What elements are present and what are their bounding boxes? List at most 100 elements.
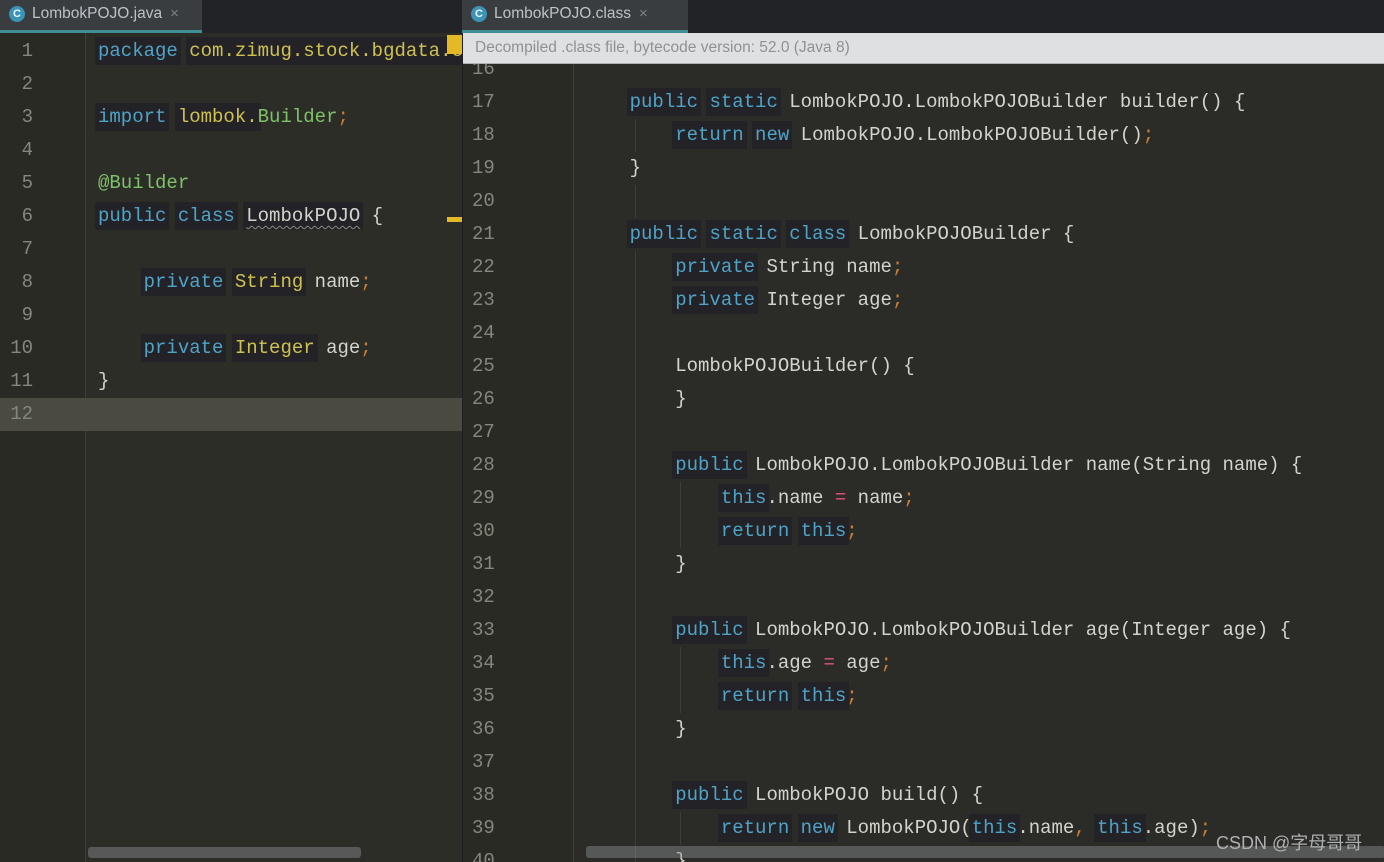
line-number: 20: [472, 190, 495, 212]
code-token: LombokPOJOBuilder {: [846, 223, 1075, 245]
code-token: return: [672, 121, 747, 149]
code-line[interactable]: 8 private String name;: [0, 266, 462, 299]
tab-lombokpojo-java[interactable]: C LombokPOJO.java ×: [0, 0, 202, 33]
code-token: class: [786, 220, 850, 248]
code-text: public static LombokPOJO.LombokPOJOBuild…: [584, 86, 1245, 119]
code-line[interactable]: 1 package com.zimug.stock.bgdata.en: [0, 35, 462, 68]
close-icon[interactable]: ×: [639, 6, 648, 21]
code-line[interactable]: 22 private String name;: [463, 251, 1384, 284]
code-text: public LombokPOJO.LombokPOJOBuilder age(…: [584, 614, 1291, 647]
code-token: return: [717, 517, 793, 545]
code-token: this: [797, 682, 850, 710]
line-number: 26: [472, 388, 495, 410]
line-number: 12: [10, 403, 33, 425]
code-line[interactable]: 6 public class LombokPOJO {: [0, 200, 462, 233]
decompiled-editor-pane[interactable]: 16 17 public static LombokPOJO.LombokPOJO…: [462, 33, 1384, 862]
line-number: 39: [472, 817, 495, 839]
code-line[interactable]: 18 return new LombokPOJO.LombokPOJOBuild…: [463, 119, 1384, 152]
code-token: private: [672, 286, 759, 314]
code-line[interactable]: 3 import lombok.Builder;: [0, 101, 462, 134]
code-token: }: [675, 718, 687, 740]
code-text: import lombok.Builder;: [95, 101, 349, 134]
code-line[interactable]: 28 public LombokPOJO.LombokPOJOBuilder n…: [463, 449, 1384, 482]
code-line[interactable]: 34 this.age = age;: [463, 647, 1384, 680]
csdn-watermark: CSDN @字母哥哥: [1216, 833, 1363, 853]
code-line[interactable]: 38 public LombokPOJO build() {: [463, 779, 1384, 812]
code-line[interactable]: 33 public LombokPOJO.LombokPOJOBuilder a…: [463, 614, 1384, 647]
code-line[interactable]: 11}: [0, 365, 462, 398]
code-token: LombokPOJO(: [846, 817, 972, 839]
code-line[interactable]: 32: [463, 581, 1384, 614]
editor-tab-bar: C LombokPOJO.java × C LombokPOJO.class ×: [0, 0, 1384, 33]
code-token: age: [834, 652, 881, 674]
line-number: 23: [472, 289, 495, 311]
code-token: =: [834, 487, 847, 509]
code-line[interactable]: 35 return this;: [463, 680, 1384, 713]
code-line[interactable]: 26 }: [463, 383, 1384, 416]
warning-stripe-mark[interactable]: [447, 217, 462, 222]
code-token: import: [95, 103, 170, 131]
code-token: ;: [1199, 817, 1212, 839]
code-line[interactable]: 31 }: [463, 548, 1384, 581]
tab-title: LombokPOJO.class: [494, 4, 631, 22]
code-text: public LombokPOJO.LombokPOJOBuilder name…: [584, 449, 1302, 482]
code-line[interactable]: 2: [0, 68, 462, 101]
code-line-current[interactable]: 12: [0, 398, 462, 431]
code-token: age: [326, 337, 361, 359]
code-line[interactable]: 4: [0, 134, 462, 167]
code-line[interactable]: 37: [463, 746, 1384, 779]
code-token: }: [629, 157, 642, 179]
close-icon[interactable]: ×: [170, 6, 179, 21]
code-line[interactable]: 25 LombokPOJOBuilder() {: [463, 350, 1384, 383]
code-token: }: [675, 388, 687, 410]
code-token: {: [360, 205, 384, 227]
code-line[interactable]: 23 private Integer age;: [463, 284, 1384, 317]
line-number: 40: [472, 850, 495, 862]
code-line[interactable]: 36 }: [463, 713, 1384, 746]
code-line[interactable]: 17 public static LombokPOJO.LombokPOJOBu…: [463, 86, 1384, 119]
code-token: String: [231, 268, 307, 296]
code-line[interactable]: 5 @Builder: [0, 167, 462, 200]
code-line[interactable]: 24: [463, 317, 1384, 350]
code-line[interactable]: 21 public static class LombokPOJOBuilder…: [463, 218, 1384, 251]
code-line[interactable]: 9: [0, 299, 462, 332]
line-number: 33: [472, 619, 495, 641]
warning-stripe-mark[interactable]: [447, 35, 462, 54]
line-number: 25: [472, 355, 495, 377]
code-token: ;: [891, 289, 904, 311]
source-editor-pane[interactable]: 1 package com.zimug.stock.bgdata.en 2 3 impo…: [0, 33, 462, 862]
code-token: }: [675, 553, 687, 575]
code-line[interactable]: 27: [463, 416, 1384, 449]
decompiled-banner: Decompiled .class file, bytecode version…: [463, 33, 1384, 64]
code-text: }: [98, 365, 109, 398]
code-line[interactable]: 20: [463, 185, 1384, 218]
code-token: ;: [846, 685, 858, 707]
code-token: ;: [903, 487, 915, 509]
line-number: 19: [472, 157, 495, 179]
code-line[interactable]: 19 }: [463, 152, 1384, 185]
line-number: 17: [472, 91, 495, 113]
indent-guide: [634, 416, 636, 449]
code-token: ;: [337, 106, 349, 128]
code-text: return new LombokPOJO.LombokPOJOBuilder(…: [584, 119, 1154, 152]
code-token: .name: [1017, 817, 1075, 839]
code-line[interactable]: 30 return this;: [463, 515, 1384, 548]
code-line[interactable]: 10 private Integer age;: [0, 332, 462, 365]
code-line[interactable]: 29 this.name = name;: [463, 482, 1384, 515]
line-number: 7: [21, 238, 33, 260]
line-number: 4: [21, 139, 33, 161]
code-token: name: [846, 487, 904, 509]
line-number: 9: [21, 304, 33, 326]
horizontal-scrollbar[interactable]: [88, 847, 361, 858]
code-text: private String name;: [584, 251, 903, 284]
code-token: .age): [1142, 817, 1200, 839]
line-number: 3: [21, 106, 33, 128]
code-token: public: [626, 220, 702, 248]
line-number: 31: [472, 553, 495, 575]
indent-guide: [634, 581, 636, 614]
code-line[interactable]: 7: [0, 233, 462, 266]
tab-lombokpojo-class[interactable]: C LombokPOJO.class ×: [462, 0, 688, 33]
